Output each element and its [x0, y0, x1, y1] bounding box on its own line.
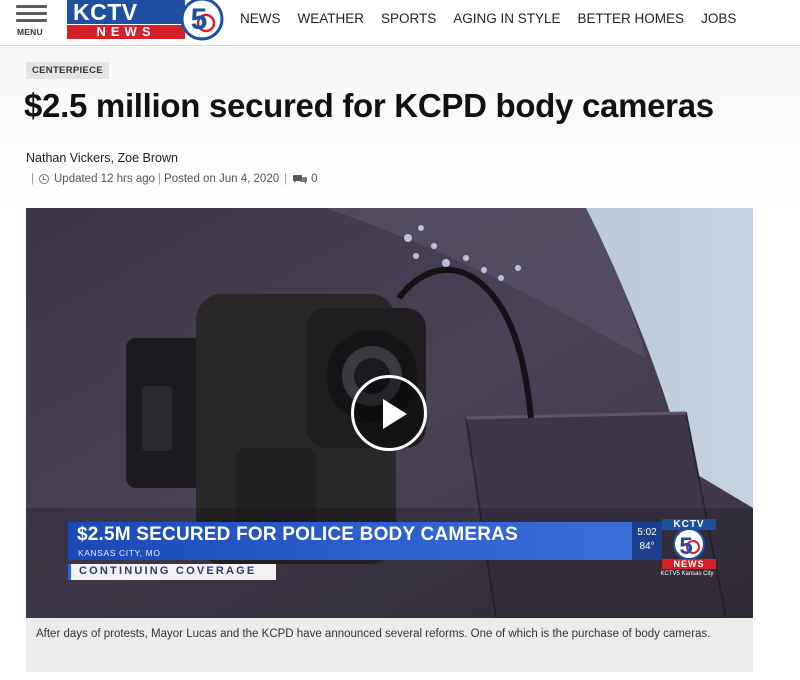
broadcast-time: 5:02	[637, 527, 657, 538]
menu-button[interactable]: MENU	[14, 2, 50, 42]
article-header-background	[0, 47, 800, 222]
nav-item-news[interactable]: NEWS	[240, 11, 281, 26]
article: CENTERPIECE $2.5 million secured for KCP…	[0, 47, 800, 680]
meta-divider: |	[31, 173, 34, 185]
station-bug: KCTV 5 NEWS KCTV5 Kansas City	[660, 519, 716, 583]
hamburger-icon[interactable]	[16, 5, 47, 8]
posted-date: Posted on Jun 4, 2020	[164, 173, 280, 185]
continuing-coverage-bar: CONTINUING COVERAGE	[68, 564, 276, 580]
hamburger-icon-line[interactable]	[16, 12, 47, 15]
article-headline: $2.5 million secured for KCPD body camer…	[24, 87, 714, 124]
logo-five-icon[interactable]: 5	[179, 0, 225, 42]
video-caption: After days of protests, Mayor Lucas and …	[26, 618, 753, 672]
clock-icon	[39, 174, 49, 184]
video-player[interactable]: $2.5M SECURED FOR POLICE BODY CAMERAS KA…	[26, 208, 753, 618]
svg-text:5: 5	[191, 3, 208, 36]
broadcast-temperature: 84°	[639, 541, 655, 552]
nav-item-better-homes[interactable]: BETTER HOMES	[578, 11, 685, 26]
nav-item-sports[interactable]: SPORTS	[381, 11, 436, 26]
comments-icon[interactable]	[292, 174, 308, 185]
bug-news-text: NEWS	[662, 559, 716, 569]
lower-third-title: $2.5M SECURED FOR POLICE BODY CAMERAS	[77, 524, 518, 545]
site-logo[interactable]: KCTV NEWS 5	[67, 0, 225, 42]
logo-news-text[interactable]: NEWS	[67, 25, 185, 39]
comment-count[interactable]: 0	[311, 173, 317, 185]
time-temperature-box: 5:02 84°	[632, 522, 662, 560]
lower-third-banner: $2.5M SECURED FOR POLICE BODY CAMERAS KA…	[68, 522, 648, 560]
lower-third-location: KANSAS CITY, MO	[78, 548, 161, 558]
meta-divider: |	[158, 173, 162, 185]
bug-social-handle: KCTV5 Kansas City	[660, 571, 714, 577]
nav-item-jobs[interactable]: JOBS	[701, 11, 736, 26]
play-button[interactable]	[351, 375, 427, 451]
continuing-coverage-label: CONTINUING COVERAGE	[79, 565, 257, 577]
nav-item-aging-in-style[interactable]: AGING IN STYLE	[453, 11, 560, 26]
main-nav: NEWS WEATHER SPORTS AGING IN STYLE BETTE…	[240, 0, 753, 36]
hamburger-icon-line[interactable]	[16, 19, 47, 22]
section-tag[interactable]: CENTERPIECE	[26, 62, 109, 79]
menu-label[interactable]: MENU	[17, 27, 43, 37]
meta-divider: |	[284, 173, 288, 185]
article-authors[interactable]: Nathan Vickers, Zoe Brown	[26, 151, 178, 165]
updated-time: Updated 12 hrs ago	[54, 173, 156, 185]
svg-text:5: 5	[679, 533, 692, 560]
article-meta: | Updated 12 hrs ago | Posted on Jun 4, …	[26, 173, 318, 185]
nav-item-weather[interactable]: WEATHER	[298, 11, 365, 26]
site-header: MENU KCTV NEWS 5 NEWS WEATHER SPORTS AGI…	[0, 0, 800, 46]
logo-kctv-text[interactable]: KCTV	[67, 0, 185, 24]
bug-five-icon: 5	[673, 528, 705, 560]
